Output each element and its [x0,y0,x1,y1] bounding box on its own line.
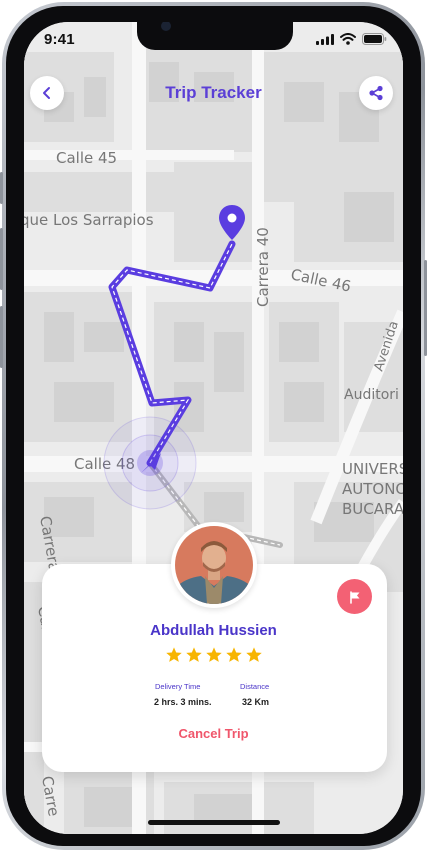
street-label-auditorio: Auditori [344,387,399,403]
street-label-carrera-40: Carrera 40 [254,227,272,307]
volume-up-button [0,228,3,290]
cellular-signal-icon [316,33,334,45]
distance-label: Distance [240,682,270,691]
delivery-time-value: 2 hrs. 3 mins. [154,697,212,707]
status-time: 9:41 [44,31,75,48]
map-label-bucaramanga: BUCARAI [342,500,403,518]
delivery-time-label: Delivery Time [155,682,201,691]
street-label-calle-45: Calle 45 [56,149,117,167]
driver-rating [24,646,403,664]
cancel-trip-button[interactable]: Cancel Trip [24,726,403,741]
street-label-los-sarrapios: que Los Sarrapios [24,211,154,229]
share-icon [369,85,383,101]
page-title: Trip Tracker [165,83,262,102]
notch [137,22,293,50]
mute-switch [0,172,3,204]
distance-value: 32 Km [242,697,270,707]
star-icon [165,647,182,662]
map-label-universidad: UNIVERS [342,460,403,478]
driver-location-dot [137,450,163,476]
wifi-icon [340,33,356,45]
report-button[interactable] [337,579,372,614]
star-icon [205,647,222,662]
front-camera [161,22,171,31]
star-icon [245,647,262,662]
driver-name: Abdullah Hussien [150,622,277,639]
status-icons [316,33,387,45]
volume-down-button [0,306,3,368]
star-icon [225,647,242,662]
flag-icon [349,590,359,604]
share-button[interactable] [359,76,393,110]
driver-avatar-frame [171,522,257,608]
battery-icon [362,33,387,45]
star-icon [185,647,202,662]
screen: Calle 45 que Los Sarrapios Carrera 40 Ca… [24,22,403,834]
avatar [175,526,253,604]
map-label-autonoma: AUTONO [342,480,403,498]
home-indicator[interactable] [148,820,280,825]
